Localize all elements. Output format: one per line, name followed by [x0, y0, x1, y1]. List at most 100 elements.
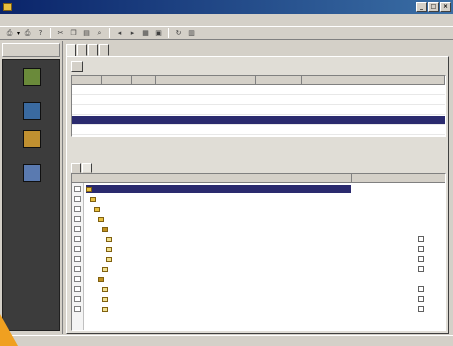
sidebar-item-3[interactable] [3, 164, 61, 184]
forward-icon[interactable]: ▸ [127, 28, 138, 38]
table-cell [256, 106, 302, 115]
tab-2[interactable] [88, 44, 98, 56]
document-icon [23, 102, 41, 120]
tree-column-header[interactable] [354, 174, 445, 183]
row-marker[interactable] [74, 256, 81, 262]
tree-row[interactable] [98, 275, 106, 283]
tree-row[interactable] [102, 265, 110, 273]
maximize-button[interactable]: □ [428, 2, 439, 12]
tree-row[interactable] [102, 285, 110, 293]
table-row[interactable] [72, 96, 445, 105]
column-header[interactable] [156, 76, 256, 85]
close-button[interactable]: × [440, 2, 451, 12]
tree-row[interactable] [102, 305, 110, 313]
column-header[interactable] [256, 76, 302, 85]
application-window: _ □ × ⎙ ▾ ⎙ ? ✂ ❐ ▤ ⌕ ◂ ▸ ▦ ▣ ↻ ▥ [0, 0, 453, 346]
table-row[interactable] [72, 116, 445, 125]
node-icon [102, 226, 108, 232]
row-marker[interactable] [74, 226, 81, 232]
cut-icon[interactable]: ✂ [55, 28, 66, 38]
module-list [2, 59, 60, 331]
tree-row[interactable] [86, 185, 351, 193]
table-cell [302, 116, 445, 125]
tree-row[interactable] [106, 235, 114, 243]
export-icon: ⎙ [6, 28, 13, 37]
table-cell [302, 86, 445, 95]
column-header[interactable] [102, 76, 132, 85]
column-header[interactable] [302, 76, 445, 85]
row-marker[interactable] [74, 266, 81, 272]
paste-icon[interactable]: ▤ [81, 28, 92, 38]
row-marker[interactable] [74, 246, 81, 252]
table-row[interactable] [72, 86, 445, 95]
subtab[interactable] [71, 61, 83, 72]
meetings-icon [23, 164, 41, 182]
table-cell [132, 126, 156, 135]
tree-row[interactable] [90, 195, 98, 203]
tree-row[interactable] [106, 245, 114, 253]
tree-row[interactable] [106, 255, 114, 263]
tab-lower-0[interactable] [71, 163, 81, 173]
main-content [66, 56, 449, 334]
row-marker[interactable] [74, 276, 81, 282]
row-marker[interactable] [74, 306, 81, 312]
row-marker[interactable] [74, 296, 81, 302]
toolbar-separator [50, 28, 52, 38]
help-icon[interactable]: ? [35, 28, 46, 38]
row-marker[interactable] [74, 186, 81, 192]
choice-checkbox[interactable] [418, 296, 424, 302]
column-header[interactable] [132, 76, 156, 85]
table-cell [72, 126, 102, 135]
choice-checkbox[interactable] [418, 266, 424, 272]
tab-3[interactable] [99, 44, 109, 56]
column-header[interactable] [72, 76, 102, 85]
table-cell [302, 106, 445, 115]
table-cell [156, 126, 256, 135]
minimize-button[interactable]: _ [416, 2, 427, 12]
row-marker[interactable] [74, 216, 81, 222]
save-icon[interactable]: ▣ [153, 28, 164, 38]
choice-checkbox[interactable] [418, 236, 424, 242]
view-icon[interactable]: ▥ [186, 28, 197, 38]
tab-1[interactable] [77, 44, 87, 56]
tab-lower-1[interactable] [82, 163, 92, 173]
table-row[interactable] [72, 126, 445, 135]
choice-checkbox[interactable] [418, 246, 424, 252]
choice-checkbox[interactable] [418, 286, 424, 292]
choice-checkbox[interactable] [418, 256, 424, 262]
export-button[interactable]: ⎙ ▾ [4, 28, 20, 38]
sidebar-header[interactable] [2, 43, 60, 57]
back-icon[interactable]: ◂ [114, 28, 125, 38]
sidebar-item-0[interactable] [3, 68, 61, 88]
table-cell [102, 126, 132, 135]
row-marker[interactable] [74, 196, 81, 202]
table-cell [156, 86, 256, 95]
print-icon[interactable]: ⎙ [22, 28, 33, 38]
table-row[interactable] [72, 106, 445, 115]
title-bar[interactable]: _ □ × [0, 0, 453, 14]
table-cell [256, 116, 302, 125]
toolbar: ⎙ ▾ ⎙ ? ✂ ❐ ▤ ⌕ ◂ ▸ ▦ ▣ ↻ ▥ [0, 26, 453, 40]
table-cell [132, 96, 156, 105]
table-cell [256, 96, 302, 105]
choice-checkbox[interactable] [418, 306, 424, 312]
tree-column-header[interactable] [84, 174, 352, 183]
tree-row[interactable] [98, 215, 106, 223]
status-bar [0, 335, 453, 346]
row-marker[interactable] [74, 236, 81, 242]
copy-icon[interactable]: ❐ [68, 28, 79, 38]
refresh-icon[interactable]: ↻ [173, 28, 184, 38]
row-marker[interactable] [74, 206, 81, 212]
tree-row[interactable] [94, 205, 102, 213]
tree-row[interactable] [102, 225, 110, 233]
table-cell [72, 96, 102, 105]
sidebar-item-2[interactable] [3, 130, 61, 150]
sidebar-item-1[interactable] [3, 102, 61, 122]
tree-row[interactable] [102, 295, 110, 303]
find-icon[interactable]: ⌕ [94, 28, 105, 38]
folder-icon [86, 186, 92, 192]
doc-icon [102, 306, 108, 312]
row-marker[interactable] [74, 286, 81, 292]
doc-icon [102, 266, 108, 272]
grid-icon[interactable]: ▦ [140, 28, 151, 38]
